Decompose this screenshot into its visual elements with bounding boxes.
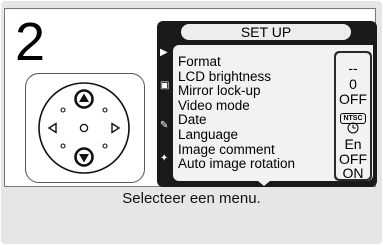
multi-selector-frame <box>25 73 145 183</box>
value-format: -- <box>348 60 358 76</box>
scroll-down-icon <box>258 181 270 186</box>
clock-icon <box>336 122 370 136</box>
pencil-icon: ✎ <box>160 120 169 131</box>
step-box: 2 SET UP ▶ ▣ ✎ ✦ Format LCD brightness M… <box>4 8 377 187</box>
wrench-icon: ✦ <box>160 153 169 164</box>
value-column: -- 0 OFF NTSC En OFF ON <box>334 51 372 181</box>
camera-icon: ▣ <box>160 80 170 91</box>
multi-selector-center <box>79 123 89 133</box>
value-language: En <box>344 136 362 152</box>
menu-list: Format LCD brightness Mirror lock-up Vid… <box>178 54 295 172</box>
value-lcd-brightness: 0 <box>349 76 357 92</box>
menu-title: SET UP <box>181 24 351 40</box>
menu-item-language[interactable]: Language <box>178 127 295 143</box>
menu-item-video-mode[interactable]: Video mode <box>178 98 295 114</box>
multi-selector-icon <box>38 82 130 174</box>
menu-item-image-comment[interactable]: Image comment <box>178 142 295 158</box>
menu-item-date[interactable]: Date <box>178 113 295 128</box>
menu-item-lcd-brightness[interactable]: LCD brightness <box>178 69 295 85</box>
lcd-screen: SET UP ▶ ▣ ✎ ✦ Format LCD brightness Mir… <box>157 21 377 187</box>
value-mirror-lock-up: OFF <box>339 91 367 107</box>
menu-item-format[interactable]: Format <box>178 54 295 70</box>
menu-item-auto-image-rotation[interactable]: Auto image rotation <box>178 157 295 172</box>
playback-icon: ▶ <box>160 47 168 58</box>
value-image-comment: OFF <box>339 151 367 167</box>
value-auto-image-rotation: ON <box>342 165 364 181</box>
menu-item-mirror-lock-up[interactable]: Mirror lock-up <box>178 84 295 99</box>
step-number: 2 <box>15 12 46 72</box>
instruction-caption: Selecteer een menu. <box>122 190 261 207</box>
